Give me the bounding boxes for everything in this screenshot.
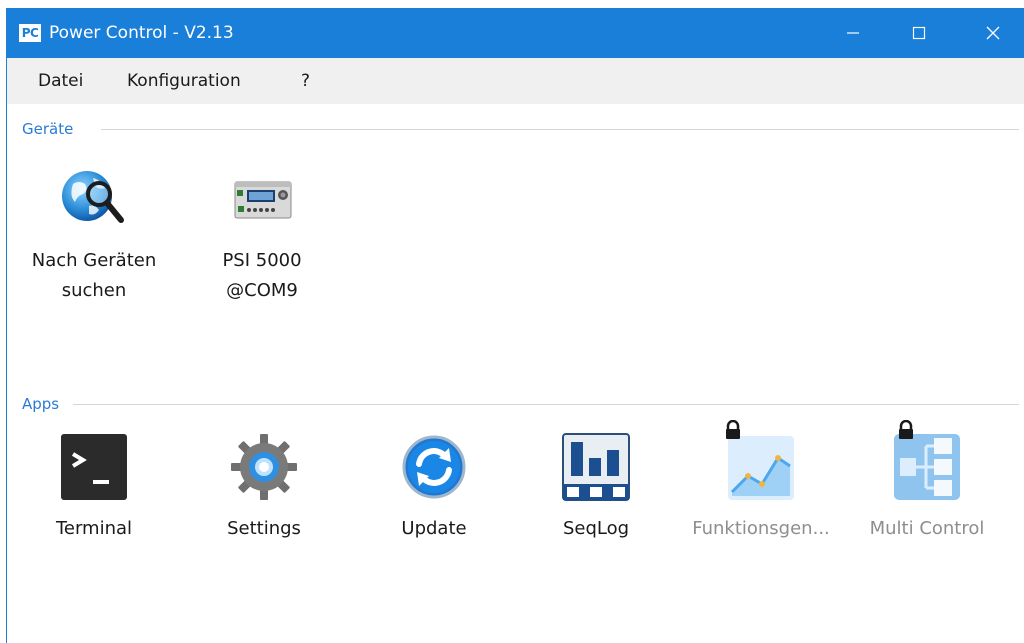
app-function-generator-label: Funktionsgen... [692, 518, 830, 539]
device-tile-psi5000[interactable]: PSI 5000 @COM9 [187, 166, 337, 306]
gear-icon [231, 434, 297, 500]
close-button[interactable] [965, 8, 1021, 58]
window-title: Power Control - V2.13 [49, 23, 234, 43]
app-tile-settings[interactable]: Settings [189, 432, 339, 542]
menu-konfiguration[interactable]: Konfiguration [127, 70, 241, 92]
app-tile-function-generator[interactable]: Funktionsgen... [686, 420, 836, 542]
app-settings-label: Settings [227, 518, 301, 539]
device-tile-search[interactable]: Nach Geräten suchen [19, 166, 169, 306]
seqlog-icon [562, 433, 630, 501]
power-supply-icon [234, 181, 292, 219]
device-psi-label-line2: @COM9 [226, 280, 298, 301]
app-logo-icon: PC [19, 24, 41, 42]
app-terminal-label: Terminal [55, 518, 133, 539]
close-icon [986, 26, 1000, 40]
menu-bar: Datei Konfiguration ? [7, 58, 1024, 104]
title-bar[interactable]: PC Power Control - V2.13 [7, 8, 1024, 58]
multi-control-icon [894, 434, 960, 500]
maximize-button[interactable] [891, 8, 947, 58]
terminal-icon [61, 434, 127, 500]
apps-group-title: Apps [22, 395, 60, 413]
maximize-icon [912, 26, 926, 40]
app-multi-control-label: Multi Control [869, 518, 985, 539]
menu-datei[interactable]: Datei [38, 70, 83, 92]
device-search-label-line2: suchen [61, 280, 127, 301]
app-update-label: Update [401, 518, 467, 539]
app-window: PC Power Control - V2.13 Datei Konfigura… [6, 8, 1024, 643]
app-tile-terminal[interactable]: Terminal [19, 432, 169, 542]
minimize-button[interactable] [825, 8, 881, 58]
app-tile-multi-control[interactable]: Multi Control [852, 420, 1002, 542]
menu-help[interactable]: ? [301, 70, 310, 92]
refresh-icon [402, 435, 466, 499]
globe-search-icon [62, 171, 124, 223]
app-tile-update[interactable]: Update [359, 432, 509, 542]
device-psi-label-line1: PSI 5000 [222, 250, 302, 271]
apps-group-divider [73, 404, 1019, 405]
devices-group-divider [101, 129, 1019, 130]
devices-group-title: Geräte [22, 120, 74, 138]
lock-icon [899, 420, 913, 439]
device-search-label-line1: Nach Geräten [31, 250, 157, 271]
function-generator-icon [728, 436, 794, 500]
app-seqlog-label: SeqLog [562, 518, 630, 539]
app-tile-seqlog[interactable]: SeqLog [521, 432, 671, 542]
minimize-icon [847, 32, 859, 34]
lock-icon [726, 420, 740, 439]
